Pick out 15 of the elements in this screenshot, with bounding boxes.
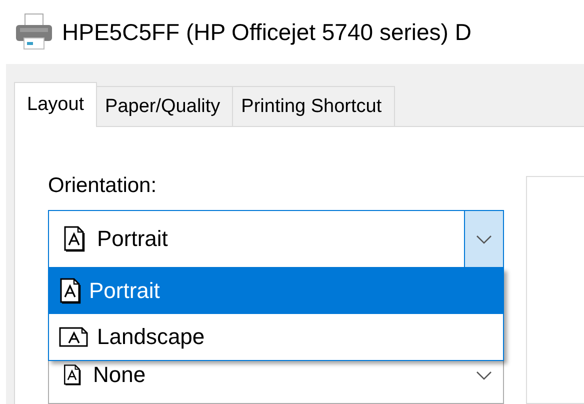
tab[interactable]: Layout bbox=[14, 82, 98, 127]
orientation-label: Orientation: bbox=[48, 174, 158, 198]
document-icon bbox=[63, 364, 81, 386]
document-icon bbox=[59, 326, 89, 348]
dropdown-option[interactable]: Portrait bbox=[49, 268, 503, 314]
tab[interactable]: Paper/Quality bbox=[97, 86, 234, 127]
printer-icon bbox=[14, 12, 54, 52]
orientation-dropdown[interactable]: Portrait bbox=[48, 210, 504, 268]
dropdown-option[interactable]: Landscape bbox=[49, 314, 503, 360]
window-title: HPE5C5FF (HP Officejet 5740 series) D bbox=[62, 18, 472, 46]
chevron-down-icon bbox=[476, 370, 492, 380]
tab[interactable]: Printing Shortcut bbox=[233, 86, 395, 127]
document-icon bbox=[63, 226, 85, 252]
document-icon bbox=[59, 278, 81, 304]
chevron-down-icon bbox=[476, 234, 492, 244]
